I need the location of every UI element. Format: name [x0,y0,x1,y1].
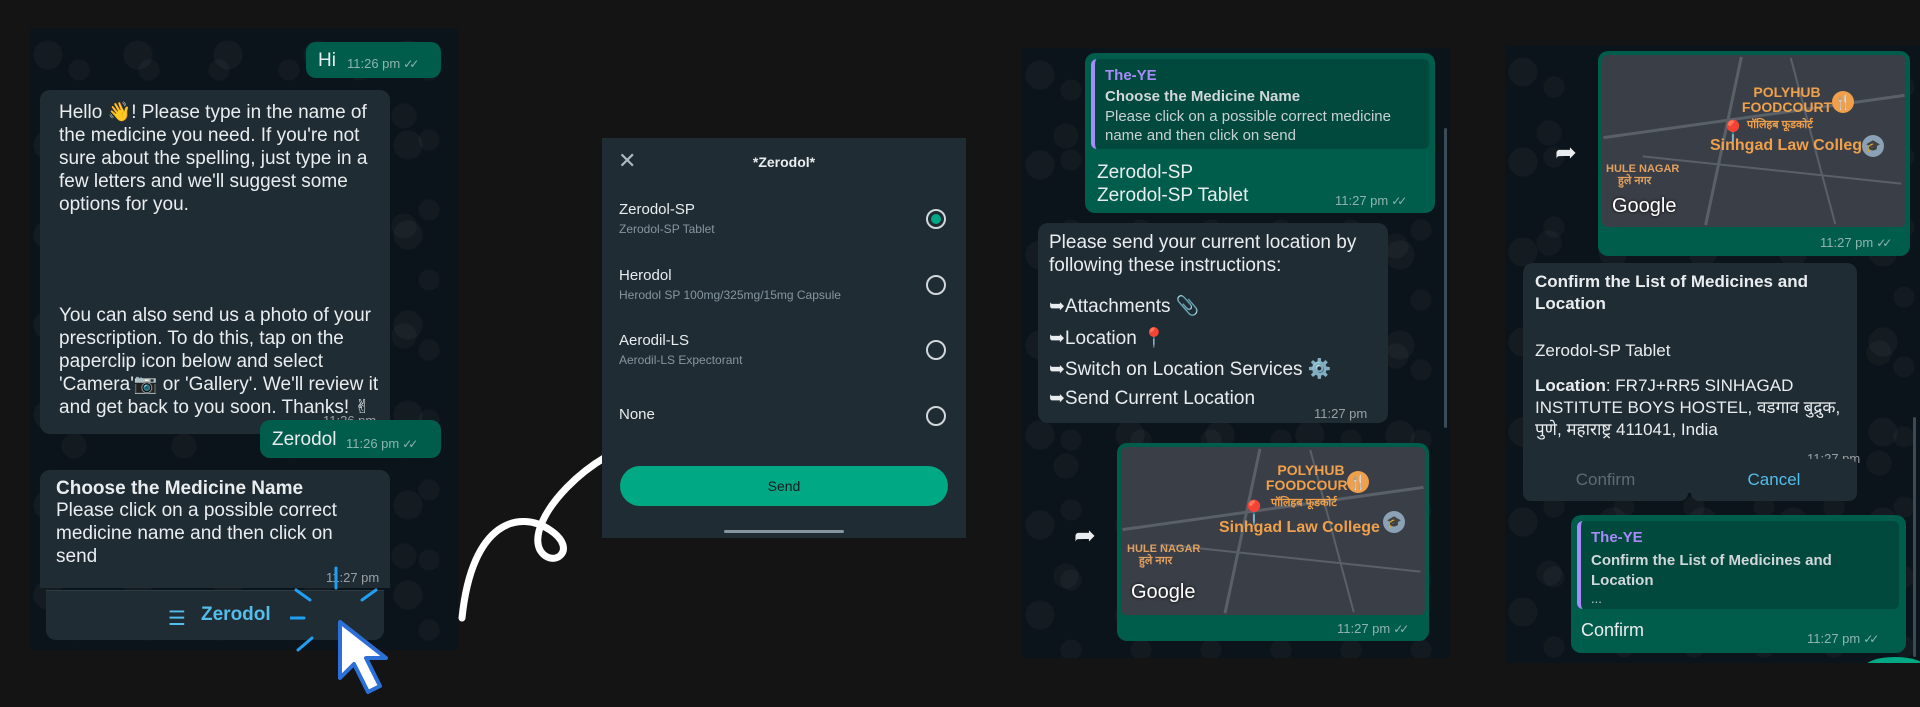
list-button-label: Zerodol [201,604,271,625]
timestamp: 11:27 pm [1820,235,1874,250]
google-logo: Google [1612,195,1677,217]
message-text: Hi [318,50,336,71]
radio-selected-icon[interactable] [926,209,946,229]
restaurant-icon: 🍴 [1347,471,1369,493]
message-reply-zerodol-sp: The-YE Choose the Medicine Name Please c… [1085,53,1435,213]
restaurant-icon: 🍴 [1832,91,1854,113]
option-aerodil-ls[interactable]: Aerodil-LS Aerodil-LS Expectorant [602,329,966,379]
forward-icon[interactable]: ➦ [1074,520,1096,551]
chat-panel-4: ➦ POLYHUB FOODCOURT पॉलिहब फूडकोर्ट 🍴 📍 … [1505,45,1920,663]
map-thumbnail[interactable]: POLYHUB FOODCOURT पॉलिहब फूडकोर्ट 🍴 📍 Si… [1602,55,1906,227]
map-thumbnail[interactable]: POLYHUB FOODCOURT पॉलिहब फूडकोर्ट 🍴 📍 Si… [1121,447,1425,615]
option-none[interactable]: None [602,403,966,443]
select-medicine-dialog: ✕ *Zerodol* Zerodol-SP Zerodol-SP Tablet… [602,138,966,538]
message-location-map[interactable]: POLYHUB FOODCOURT पॉलिहब फूडकोर्ट 🍴 📍 Si… [1117,443,1429,641]
timestamp: 11:26 pm [347,56,401,71]
screen: { "chat1": { "hi_text": "Hi", "hi_time":… [0,0,1920,707]
google-logo: Google [1131,581,1196,603]
message-hi: Hi 11:26 pm ✓✓ [306,42,441,78]
location-text: Location: FR7J+RR5 SINHAGAD INSTITUTE BO… [1535,376,1841,439]
timestamp: 11:27 pm [1314,406,1368,421]
timestamp: 11:27 pm [1335,193,1389,208]
read-ticks-icon: ✓✓ [1393,622,1409,636]
chat-panel-3: The-YE Choose the Medicine Name Please c… [1022,48,1450,658]
read-ticks-icon: ✓✓ [1863,632,1879,646]
cancel-button[interactable]: Cancel [1691,459,1857,501]
read-ticks-icon: ✓✓ [1391,194,1407,208]
scrollbar[interactable] [1597,51,1600,52]
read-ticks-icon: ✓✓ [403,57,419,71]
message-text: Hello 👋! Please type in the name of the … [59,102,368,215]
college-icon: 🎓 [1383,511,1405,533]
quoted-message[interactable]: The-YE Confirm the List of Medicines and… [1577,521,1899,609]
send-button[interactable]: Send [620,466,948,506]
timestamp: 11:27 pm [1337,621,1391,636]
message-text: Zerodol-SP Tablet [1535,341,1671,360]
message-title: Choose the Medicine Name [56,478,304,499]
option-zerodol-sp[interactable]: Zerodol-SP Zerodol-SP Tablet [602,198,966,248]
home-indicator [724,530,844,533]
college-icon: 🎓 [1862,135,1884,157]
radio-icon[interactable] [926,275,946,295]
forward-icon[interactable]: ➦ [1555,137,1577,168]
radio-icon[interactable] [926,340,946,360]
message-title: Confirm the List of Medicines and Locati… [1535,272,1808,313]
confirm-button[interactable]: Confirm [1523,459,1688,501]
option-herodol[interactable]: Herodol Herodol SP 100mg/325mg/15mg Caps… [602,264,966,314]
radio-icon[interactable] [926,406,946,426]
quoted-message[interactable]: The-YE Choose the Medicine Name Please c… [1091,59,1429,149]
message-location-instructions: Please send your current location by fol… [1038,223,1388,423]
scrollbar[interactable] [1444,128,1447,428]
scrollbar[interactable] [1913,417,1916,657]
dialog-title: *Zerodol* [752,154,816,170]
timestamp: 11:27 pm [1807,631,1861,646]
read-ticks-icon: ✓✓ [1876,236,1892,250]
message-welcome: Hello 👋! Please type in the name of the … [40,90,390,434]
message-reply-confirm: The-YE Confirm the List of Medicines and… [1571,515,1906,653]
message-location-map[interactable]: POLYHUB FOODCOURT पॉलिहब फूडकोर्ट 🍴 📍 Si… [1598,51,1910,256]
list-icon: ☰ [168,608,186,630]
